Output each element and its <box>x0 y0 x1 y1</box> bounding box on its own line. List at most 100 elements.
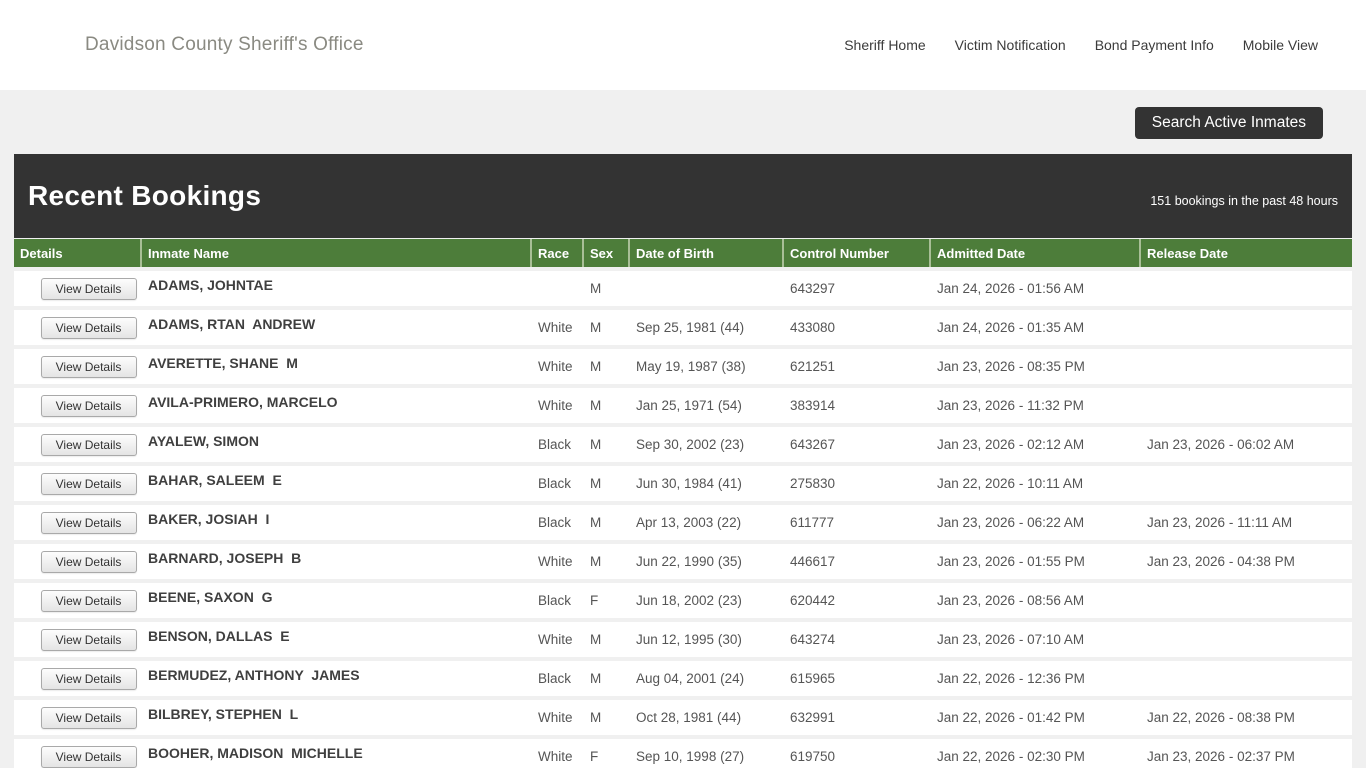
dob-cell: Jan 25, 1971 (54) <box>636 398 742 413</box>
race-cell: Black <box>538 593 572 608</box>
column-header-race: Race <box>532 239 584 267</box>
control-number-cell: 383914 <box>790 398 836 413</box>
recent-bookings-header: Recent Bookings 151 bookings in the past… <box>14 154 1352 238</box>
view-details-button[interactable]: View Details <box>40 277 137 300</box>
control-number-cell: 621251 <box>790 359 836 374</box>
admitted-date-cell: Jan 22, 2026 - 01:42 PM <box>937 710 1085 725</box>
inmate-name-cell: BARNARD, JOSEPH B <box>148 549 302 566</box>
table-header-row: Details Inmate Name Race Sex Date of Bir… <box>14 239 1352 267</box>
nav-victim-notification[interactable]: Victim Notification <box>955 37 1066 53</box>
nav-bond-payment-info[interactable]: Bond Payment Info <box>1095 37 1214 53</box>
view-details-button[interactable]: View Details <box>40 550 137 573</box>
table-row: View Details ADAMS, RTAN ANDREW White M … <box>14 310 1352 345</box>
bookings-table-body: View Details ADAMS, JOHNTAE M 643297 Jan… <box>14 271 1352 768</box>
inmate-name-cell: BENSON, DALLAS E <box>148 627 290 644</box>
view-details-button[interactable]: View Details <box>40 433 137 456</box>
nav-sheriff-home[interactable]: Sheriff Home <box>844 37 925 53</box>
table-row: View Details AVERETTE, SHANE M White M M… <box>14 349 1352 384</box>
control-number-cell: 433080 <box>790 320 836 335</box>
view-details-button[interactable]: View Details <box>40 355 137 378</box>
race-cell: White <box>538 320 573 335</box>
dob-cell: Apr 13, 2003 (22) <box>636 515 742 530</box>
control-number-cell: 620442 <box>790 593 836 608</box>
sex-cell: M <box>590 281 602 296</box>
sex-cell: M <box>590 554 602 569</box>
view-details-button[interactable]: View Details <box>40 667 137 690</box>
table-row: View Details BAKER, JOSIAH I Black M Apr… <box>14 505 1352 540</box>
sex-cell: M <box>590 710 602 725</box>
table-row: View Details BAHAR, SALEEM E Black M Jun… <box>14 466 1352 501</box>
site-title: Davidson County Sheriff's Office <box>85 34 364 55</box>
control-number-cell: 643297 <box>790 281 836 296</box>
release-date-cell: Jan 23, 2026 - 11:11 AM <box>1147 515 1293 530</box>
view-details-button[interactable]: View Details <box>40 472 137 495</box>
dob-cell: Jun 18, 2002 (23) <box>636 593 742 608</box>
race-cell: White <box>538 554 573 569</box>
table-row: View Details BOOHER, MADISON MICHELLE Wh… <box>14 739 1352 768</box>
inmate-name-cell: BAKER, JOSIAH I <box>148 510 270 527</box>
view-details-button[interactable]: View Details <box>40 706 137 729</box>
view-details-button[interactable]: View Details <box>40 394 137 417</box>
inmate-name-cell: BILBREY, STEPHEN L <box>148 705 299 722</box>
table-row: View Details BENSON, DALLAS E White M Ju… <box>14 622 1352 657</box>
admitted-date-cell: Jan 23, 2026 - 06:22 AM <box>937 515 1085 530</box>
admitted-date-cell: Jan 22, 2026 - 02:30 PM <box>937 749 1085 764</box>
control-number-cell: 611777 <box>790 515 835 530</box>
race-cell: White <box>538 632 573 647</box>
control-number-cell: 446617 <box>790 554 836 569</box>
column-header-sex: Sex <box>584 239 630 267</box>
column-header-control-number: Control Number <box>784 239 931 267</box>
race-cell: White <box>538 749 573 764</box>
sex-cell: M <box>590 437 602 452</box>
admitted-date-cell: Jan 24, 2026 - 01:56 AM <box>937 281 1085 296</box>
inmate-name-cell: ADAMS, JOHNTAE <box>148 276 273 293</box>
dob-cell: Sep 10, 1998 (27) <box>636 749 745 764</box>
race-cell: White <box>538 710 573 725</box>
inmate-name-cell: BOOHER, MADISON MICHELLE <box>148 744 363 761</box>
race-cell: White <box>538 359 573 374</box>
sex-cell: F <box>590 749 599 764</box>
view-details-button[interactable]: View Details <box>40 745 137 768</box>
race-cell: Black <box>538 515 572 530</box>
release-date-cell: Jan 22, 2026 - 08:38 PM <box>1147 710 1295 725</box>
inmate-name-cell: BEENE, SAXON G <box>148 588 273 605</box>
sex-cell: M <box>590 359 602 374</box>
admitted-date-cell: Jan 23, 2026 - 08:56 AM <box>937 593 1085 608</box>
admitted-date-cell: Jan 22, 2026 - 10:11 AM <box>937 476 1084 491</box>
recent-bookings-panel: Recent Bookings 151 bookings in the past… <box>14 154 1352 768</box>
dob-cell: Jun 22, 1990 (35) <box>636 554 742 569</box>
inmate-name-cell: AYALEW, SIMON <box>148 432 259 449</box>
sex-cell: M <box>590 476 602 491</box>
bookings-count: 151 bookings in the past 48 hours <box>1150 194 1338 208</box>
sex-cell: M <box>590 671 602 686</box>
main-nav: Sheriff Home Victim Notification Bond Pa… <box>844 37 1318 53</box>
release-date-cell: Jan 23, 2026 - 02:37 PM <box>1147 749 1295 764</box>
dob-cell: Sep 25, 1981 (44) <box>636 320 745 335</box>
inmate-name-cell: BERMUDEZ, ANTHONY JAMES <box>148 666 360 683</box>
dob-cell: Jun 12, 1995 (30) <box>636 632 742 647</box>
release-date-cell: Jan 23, 2026 - 06:02 AM <box>1147 437 1295 452</box>
view-details-button[interactable]: View Details <box>40 316 137 339</box>
dob-cell: Sep 30, 2002 (23) <box>636 437 745 452</box>
view-details-button[interactable]: View Details <box>40 511 137 534</box>
view-details-button[interactable]: View Details <box>40 628 137 651</box>
admitted-date-cell: Jan 23, 2026 - 07:10 AM <box>937 632 1085 647</box>
control-number-cell: 643274 <box>790 632 836 647</box>
sex-cell: M <box>590 320 602 335</box>
view-details-button[interactable]: View Details <box>40 589 137 612</box>
nav-mobile-view[interactable]: Mobile View <box>1243 37 1318 53</box>
column-header-inmate-name: Inmate Name <box>142 239 532 267</box>
sex-cell: M <box>590 398 602 413</box>
search-active-inmates-button[interactable]: Search Active Inmates <box>1134 107 1323 139</box>
table-row: View Details AVILA-PRIMERO, MARCELO Whit… <box>14 388 1352 423</box>
control-number-cell: 619750 <box>790 749 836 764</box>
dob-cell: Aug 04, 2001 (24) <box>636 671 745 686</box>
sex-cell: M <box>590 632 602 647</box>
inmate-name-cell: AVERETTE, SHANE M <box>148 354 298 371</box>
control-number-cell: 275830 <box>790 476 836 491</box>
top-header: Davidson County Sheriff's Office Sheriff… <box>0 0 1366 90</box>
table-row: View Details BILBREY, STEPHEN L White M … <box>14 700 1352 735</box>
table-row: View Details AYALEW, SIMON Black M Sep 3… <box>14 427 1352 462</box>
page-title: Recent Bookings <box>28 180 262 211</box>
table-row: View Details BARNARD, JOSEPH B White M J… <box>14 544 1352 579</box>
